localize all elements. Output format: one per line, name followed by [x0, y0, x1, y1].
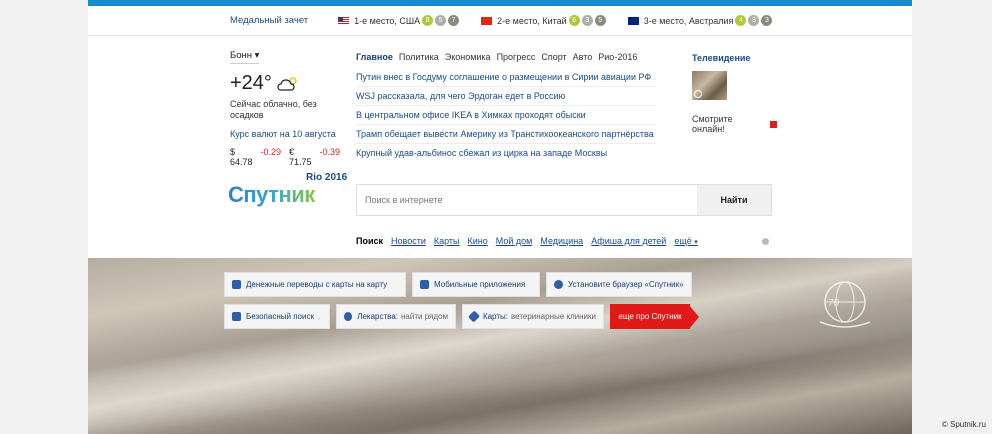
more-about-label: еще про Спутник: [618, 312, 682, 321]
tab-rio-2016[interactable]: Рио-2016: [598, 52, 637, 62]
news-item[interactable]: Путин внес в Госдуму соглашение о размещ…: [356, 68, 656, 87]
tile-label: Установите браузер «Спутник»: [568, 280, 684, 289]
tile-sublabel: ветеринарные клиники: [510, 312, 596, 321]
tile-label: Лекарства:: [357, 312, 398, 321]
watch-online-link[interactable]: Смотрите онлайн!: [692, 114, 777, 134]
emblem-text: 70: [828, 298, 840, 309]
usa-flag-icon: [338, 16, 350, 25]
settings-dot-icon[interactable]: [762, 238, 769, 245]
phone-icon: [420, 280, 429, 289]
weather-widget: Бонн ▾ +24° Сейчас облачно, без осадков …: [230, 50, 340, 167]
search-bar: Найти: [356, 184, 772, 216]
chevron-down-icon: ▾: [254, 50, 260, 61]
search-vertical-movies[interactable]: Кино: [468, 236, 488, 246]
search-vertical-news[interactable]: Новости: [391, 236, 426, 246]
weather-description: Сейчас облачно, без осадков: [230, 99, 317, 120]
tab-economy[interactable]: Экономика: [445, 52, 491, 62]
search-input[interactable]: [357, 185, 697, 215]
tab-politics[interactable]: Политика: [399, 52, 439, 62]
tab-progress[interactable]: Прогресс: [497, 52, 536, 62]
currency-rates: $ 64.78 -0.29 € 71.75 -0.39: [230, 147, 340, 167]
silver-medal-count: 5: [435, 15, 447, 26]
watch-online-label: Смотрите онлайн!: [692, 114, 733, 134]
medal-entry-label: 3-е место, Австралия: [643, 15, 734, 26]
tab-main[interactable]: Главное: [356, 52, 393, 62]
city-selector[interactable]: Бонн ▾: [230, 50, 260, 64]
city-name: Бонн: [230, 50, 253, 61]
globe-emblem-icon: [819, 281, 871, 328]
chevron-down-icon: ▾: [694, 239, 698, 246]
news-item[interactable]: Трамп обещает вывести Америку из Трансти…: [356, 125, 656, 144]
more-label: ещё: [674, 236, 692, 246]
usd-rate: $ 64.78: [230, 147, 253, 167]
gold-medal-count: 6: [568, 15, 580, 26]
tile-safe-search[interactable]: Безопасный поиск: [224, 304, 330, 329]
tile-label: Денежные переводы с карты на карту: [246, 280, 388, 289]
tile-label: Безопасный поиск: [246, 312, 314, 321]
tv-title[interactable]: Телевидение: [692, 53, 777, 63]
tile-label: Мобильные приложения: [434, 280, 526, 289]
video-icon: [770, 120, 777, 128]
tv-thumbnail[interactable]: [692, 71, 727, 100]
australia-flag-icon: [627, 16, 639, 25]
medal-entry-1[interactable]: 1-е место, США 8 5 7: [338, 15, 460, 26]
eur-change: -0.39: [319, 147, 340, 157]
bronze-medal-count: 5: [594, 15, 606, 26]
pill-icon: [344, 312, 353, 321]
temperature: +24°: [230, 72, 340, 95]
tile-money-transfers[interactable]: Денежные переводы с карты на карту: [224, 272, 406, 297]
china-flag-icon: [481, 16, 493, 25]
tab-sport[interactable]: Спорт: [541, 52, 566, 62]
search-vertical-my-home[interactable]: Мой дом: [496, 236, 533, 246]
medal-standings-title[interactable]: Медальный зачет: [230, 15, 308, 26]
gold-medal-count: 4: [735, 15, 747, 26]
silver-medal-count: 3: [748, 15, 760, 26]
brand-name: Спутник: [228, 182, 315, 207]
search-verticals: Поиск Новости Карты Кино Мой дом Медицин…: [356, 236, 772, 246]
news-item[interactable]: WSJ рассказала, для чего Эрдоган едет в …: [356, 87, 656, 106]
bronze-medal-count: 7: [448, 15, 460, 26]
medal-entry-label: 2-е место, Китай: [497, 15, 567, 26]
browser-icon: [554, 280, 563, 289]
tab-auto[interactable]: Авто: [573, 52, 593, 62]
play-icon: [694, 90, 702, 98]
medal-entry-3[interactable]: 3-е место, Австралия 4 3 3: [627, 15, 773, 26]
copyright: © Sputnik.ru: [941, 420, 986, 429]
tv-widget: Телевидение Смотрите онлайн!: [692, 53, 777, 134]
search-vertical-medicine[interactable]: Медицина: [540, 236, 583, 246]
news-tabs: Главное Политика Экономика Прогресс Спор…: [356, 52, 656, 62]
tile-mobile-apps[interactable]: Мобильные приложения: [412, 272, 540, 297]
temperature-value: +24°: [230, 72, 272, 94]
shield-icon: [232, 312, 241, 321]
anniversary-emblem: 70: [814, 276, 876, 332]
rates-title[interactable]: Курс валют на 10 августа: [230, 129, 340, 139]
search-vertical-kids-events[interactable]: Афиша для детей: [591, 236, 666, 246]
sputnik-logo[interactable]: Rio 2016 Спутник: [228, 172, 348, 212]
usd-change: -0.29: [260, 147, 281, 157]
tile-medicines[interactable]: Лекарства: найти рядом: [336, 304, 456, 329]
bronze-medal-count: 3: [761, 15, 773, 26]
search-vertical-search[interactable]: Поиск: [356, 236, 383, 246]
search-button[interactable]: Найти: [697, 185, 771, 215]
news-block: Главное Политика Экономика Прогресс Спор…: [356, 52, 656, 162]
news-item[interactable]: Крупный удав-альбинос сбежал из цирка на…: [356, 144, 656, 162]
medal-entry-2[interactable]: 2-е место, Китай 6 3 5: [481, 15, 606, 26]
cloud-sun-icon: [277, 76, 297, 91]
medal-entry-label: 1-е место, США: [354, 15, 421, 26]
more-about-sputnik-button[interactable]: еще про Спутник: [610, 304, 699, 329]
search-vertical-maps[interactable]: Карты: [434, 236, 460, 246]
tile-vet-maps[interactable]: Карты: ветеринарные клиники: [462, 304, 604, 329]
medal-standings-bar: Медальный зачет 1-е место, США 8 5 7 2-е…: [88, 6, 912, 36]
page: Медальный зачет 1-е место, США 8 5 7 2-е…: [88, 0, 912, 434]
card-icon: [232, 280, 241, 289]
gold-medal-count: 8: [422, 15, 434, 26]
tile-label: Карты:: [482, 312, 508, 321]
eur-rate: € 71.75: [289, 147, 312, 167]
tile-sublabel: найти рядом: [401, 312, 448, 321]
tile-install-browser[interactable]: Установите браузер «Спутник»: [546, 272, 692, 297]
search-vertical-more[interactable]: ещё ▾: [674, 236, 697, 246]
map-pin-icon: [467, 310, 480, 323]
silver-medal-count: 3: [581, 15, 593, 26]
news-item[interactable]: В центральном офисе IKEA в Химках проход…: [356, 106, 656, 125]
